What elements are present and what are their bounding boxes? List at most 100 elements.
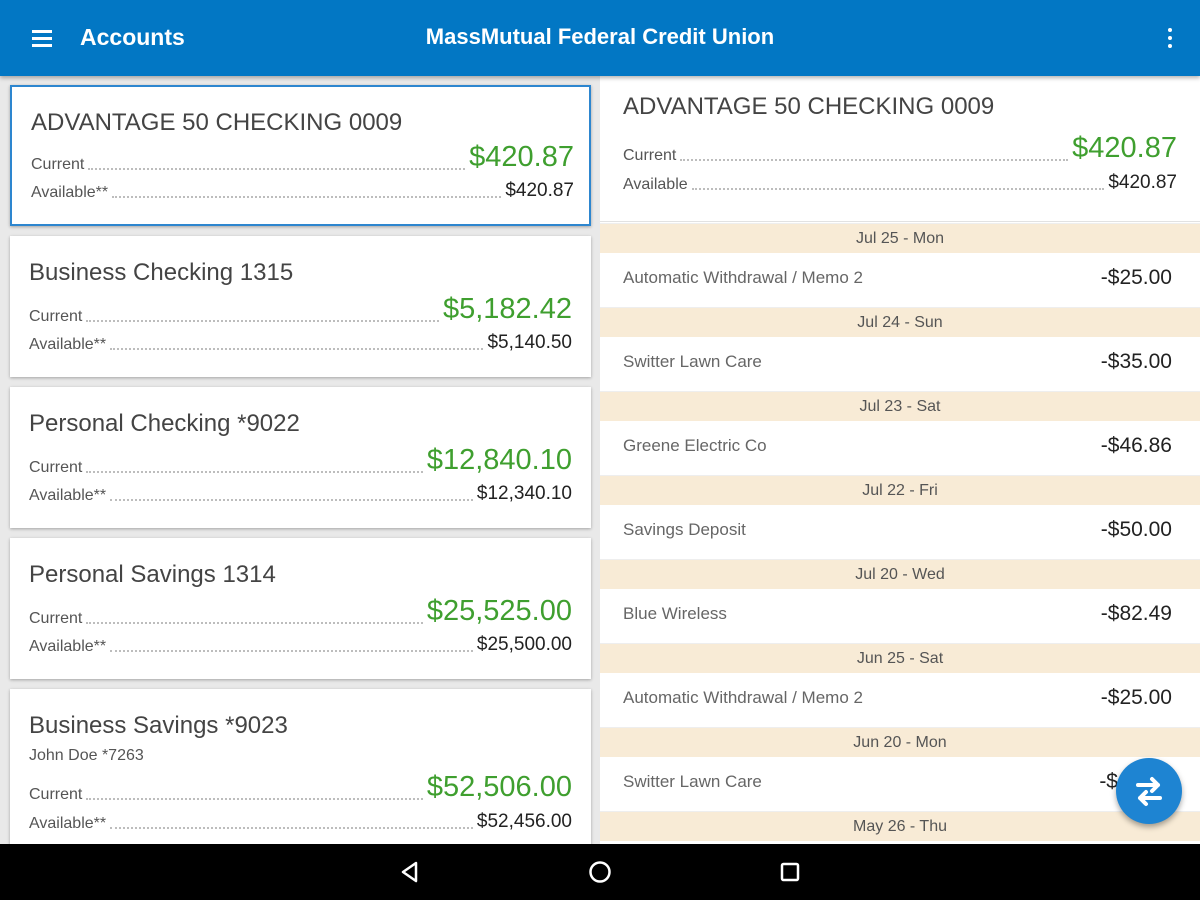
available-label: Available — [623, 176, 688, 193]
transfer-button[interactable] — [1116, 758, 1182, 824]
transaction-amount: -$50.00 — [1100, 518, 1172, 541]
leader-dots — [110, 348, 484, 350]
leader-dots — [86, 320, 439, 322]
account-card[interactable]: ADVANTAGE 50 CHECKING 0009 Current $420.… — [10, 85, 591, 226]
transaction-amount: -$25.00 — [1100, 686, 1172, 709]
current-row: Current $25,525.00 — [29, 595, 572, 628]
leader-dots — [110, 499, 473, 501]
date-header: Jul 22 - Fri — [600, 475, 1200, 505]
transaction-amount: -$35.00 — [1100, 350, 1172, 373]
detail-available-balance: $420.87 — [1108, 172, 1177, 193]
account-holder: John Doe *7263 — [29, 747, 144, 764]
recents-square-icon[interactable] — [774, 856, 806, 888]
detail-current-row: Current $420.87 — [623, 132, 1177, 165]
transaction-row[interactable]: Automatic Withdrawal / Memo 2 -$25.00 — [600, 673, 1200, 727]
appbar-title: Accounts — [80, 24, 185, 50]
leader-dots — [110, 650, 473, 652]
current-label: Current — [31, 156, 85, 173]
current-label: Current — [29, 610, 83, 627]
transaction-description: Greene Electric Co — [623, 436, 767, 455]
current-balance: $5,182.42 — [442, 293, 572, 325]
transaction-row[interactable]: Switter Lawn Care -$ — [600, 757, 1200, 811]
available-label: Available** — [29, 336, 107, 353]
account-name: ADVANTAGE 50 CHECKING 0009 — [31, 109, 403, 136]
leader-dots — [680, 159, 1069, 161]
current-label: Current — [29, 786, 83, 803]
transaction-row[interactable]: Blue Wireless -$82.49 — [600, 589, 1200, 643]
current-row: Current $420.87 — [31, 141, 574, 174]
available-label: Available** — [31, 184, 109, 201]
account-card[interactable]: Personal Checking *9022 Current $12,840.… — [10, 387, 591, 528]
current-balance: $12,840.10 — [426, 444, 572, 476]
leader-dots — [86, 471, 423, 473]
leader-dots — [691, 188, 1105, 190]
transaction-row[interactable]: Switter Lawn Care -$35.00 — [600, 337, 1200, 391]
transaction-description: Blue Wireless — [623, 604, 727, 623]
available-label: Available** — [29, 815, 107, 832]
transaction-description: Switter Lawn Care — [623, 772, 762, 791]
transaction-description: Switter Lawn Care — [623, 352, 762, 371]
account-name: Business Checking 1315 — [29, 259, 294, 286]
account-card[interactable]: Business Savings *9023 John Doe *7263 Cu… — [10, 689, 591, 844]
transaction-row[interactable]: Greene Electric Co -$46.86 — [600, 421, 1200, 475]
home-circle-icon[interactable] — [584, 856, 616, 888]
current-label: Current — [29, 308, 83, 325]
date-header: Jul 20 - Wed — [600, 559, 1200, 589]
available-balance: $25,500.00 — [476, 634, 572, 655]
account-name: Personal Checking *9022 — [29, 410, 300, 437]
system-nav-bar — [0, 844, 1200, 900]
hamburger-menu-icon[interactable] — [26, 22, 60, 56]
date-header: Jun 25 - Sat — [600, 643, 1200, 673]
detail-current-balance: $420.87 — [1072, 132, 1177, 164]
back-triangle-icon[interactable] — [394, 856, 426, 888]
current-row: Current $52,506.00 — [29, 771, 572, 804]
current-balance: $52,506.00 — [426, 771, 572, 803]
transaction-row[interactable]: Savings Deposit -$50.00 — [600, 505, 1200, 559]
available-balance: $52,456.00 — [476, 811, 572, 832]
date-header: Jul 25 - Mon — [600, 223, 1200, 253]
account-detail: ADVANTAGE 50 CHECKING 0009 Current $420.… — [600, 76, 1200, 844]
account-card[interactable]: Personal Savings 1314 Current $25,525.00… — [10, 538, 591, 679]
app-bar: Accounts MassMutual Federal Credit Union — [0, 0, 1200, 76]
available-row: Available** $25,500.00 — [29, 634, 572, 656]
available-balance: $420.87 — [505, 180, 574, 201]
accounts-list: ADVANTAGE 50 CHECKING 0009 Current $420.… — [0, 76, 600, 844]
account-name: Personal Savings 1314 — [29, 561, 276, 588]
current-row: Current $5,182.42 — [29, 293, 572, 326]
account-name: Business Savings *9023 — [29, 712, 288, 739]
current-balance: $25,525.00 — [426, 595, 572, 627]
date-header: Jul 23 - Sat — [600, 391, 1200, 421]
current-row: Current $12,840.10 — [29, 444, 572, 477]
current-label: Current — [623, 147, 677, 164]
current-balance: $420.87 — [469, 141, 574, 173]
leader-dots — [88, 168, 466, 170]
available-balance: $12,340.10 — [476, 483, 572, 504]
detail-account-name: ADVANTAGE 50 CHECKING 0009 — [623, 93, 995, 120]
transfer-arrows-icon — [1136, 777, 1162, 806]
leader-dots — [86, 798, 423, 800]
account-card[interactable]: Business Checking 1315 Current $5,182.42… — [10, 236, 591, 377]
transaction-amount: -$82.49 — [1100, 602, 1172, 625]
date-header: May 26 - Thu — [600, 811, 1200, 841]
available-label: Available** — [29, 487, 107, 504]
available-row: Available** $12,340.10 — [29, 483, 572, 505]
detail-header: ADVANTAGE 50 CHECKING 0009 Current $420.… — [600, 76, 1200, 222]
transaction-amount: -$46.86 — [1100, 434, 1172, 457]
date-header: Jul 24 - Sun — [600, 307, 1200, 337]
current-label: Current — [29, 459, 83, 476]
leader-dots — [110, 827, 473, 829]
leader-dots — [86, 622, 423, 624]
available-row: Available** $52,456.00 — [29, 811, 572, 833]
transaction-row[interactable]: Automatic Withdrawal / Memo 2 -$25.00 — [600, 253, 1200, 307]
overflow-menu-icon[interactable] — [1158, 24, 1182, 54]
transaction-description: Automatic Withdrawal / Memo 2 — [623, 268, 863, 287]
available-row: Available** $5,140.50 — [29, 332, 572, 354]
date-header: Jun 20 - Mon — [600, 727, 1200, 757]
transaction-description: Savings Deposit — [623, 520, 746, 539]
leader-dots — [112, 196, 502, 198]
transaction-description: Automatic Withdrawal / Memo 2 — [623, 688, 863, 707]
available-balance: $5,140.50 — [487, 332, 572, 353]
available-label: Available** — [29, 638, 107, 655]
transaction-amount: -$25.00 — [1100, 266, 1172, 289]
available-row: Available** $420.87 — [31, 180, 574, 202]
